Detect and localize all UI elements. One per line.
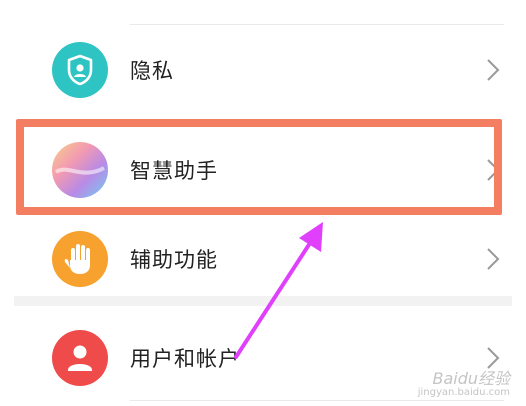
- chevron-right-icon: [484, 345, 502, 371]
- settings-item-privacy[interactable]: 隐私: [14, 30, 512, 110]
- highlight-box: [16, 119, 502, 215]
- user-icon: [52, 330, 108, 386]
- chevron-right-icon: [484, 57, 502, 83]
- settings-item-accessibility[interactable]: 辅助功能: [14, 219, 512, 299]
- top-divider: [130, 24, 504, 25]
- settings-item-label: 用户和帐户: [130, 347, 240, 371]
- shield-person-icon: [52, 42, 108, 98]
- watermark-brand: Baidu经验: [432, 368, 510, 388]
- settings-item-label: 隐私: [130, 59, 174, 83]
- chevron-right-icon: [484, 246, 502, 272]
- watermark-site: jingyan.baidu.com: [417, 386, 510, 398]
- bottom-divider: [130, 400, 504, 401]
- hand-icon: [52, 231, 108, 287]
- section-divider: [14, 296, 512, 306]
- watermark: Baidu经验 jingyan.baidu.com: [417, 368, 510, 398]
- settings-item-label: 辅助功能: [130, 248, 218, 272]
